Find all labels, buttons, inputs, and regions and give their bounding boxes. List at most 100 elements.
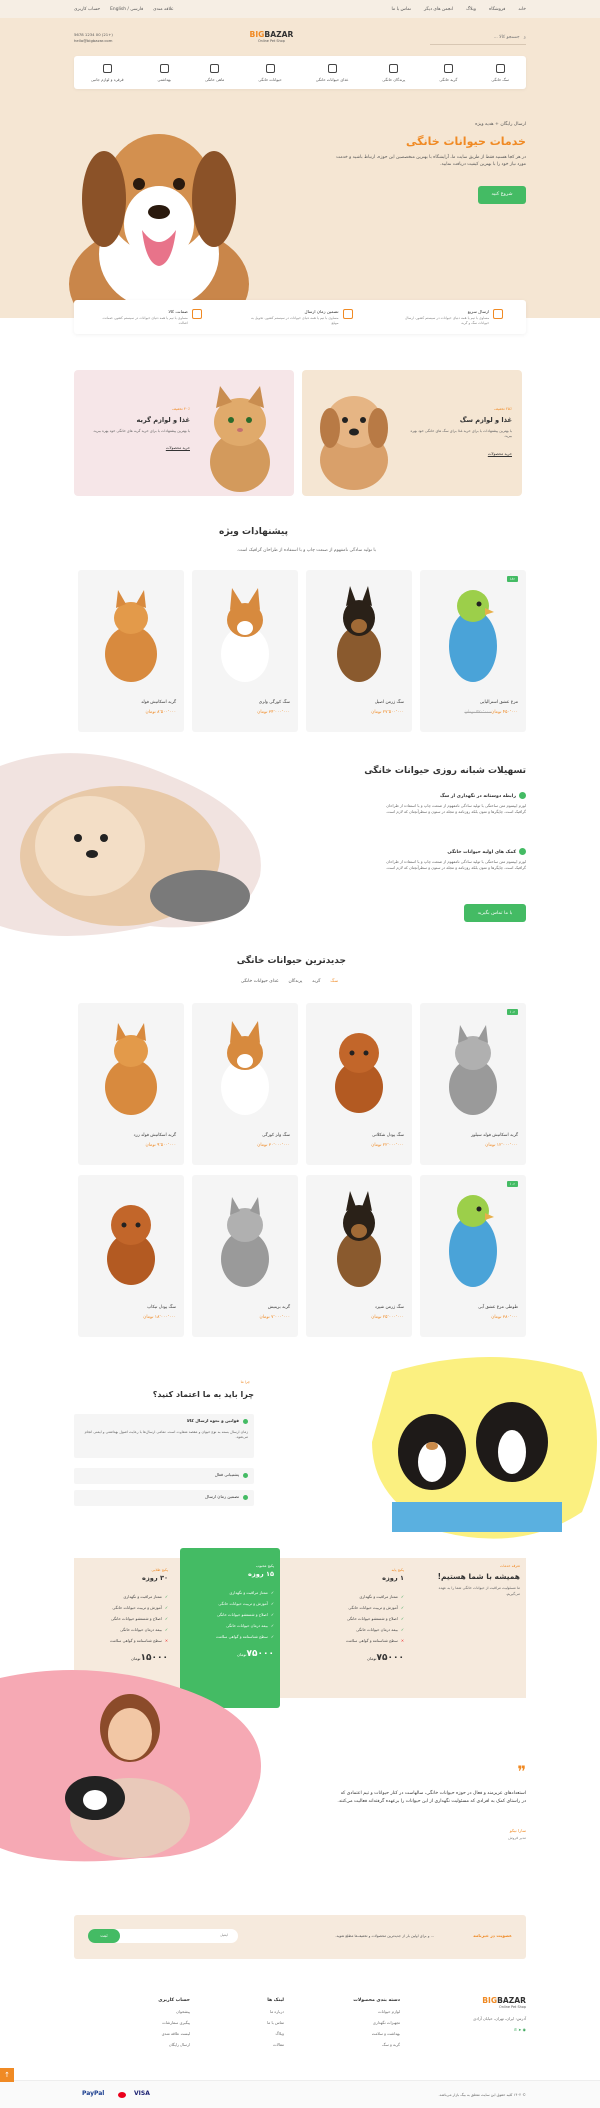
- whatsapp-icon[interactable]: ✆: [514, 2027, 517, 2032]
- instagram-icon[interactable]: ◉: [523, 2027, 526, 2032]
- banner-link[interactable]: خرید محصولات: [488, 451, 512, 456]
- ginger-cat-image: [105, 590, 157, 682]
- footer-link[interactable]: مقالات: [267, 2042, 284, 2047]
- search-input[interactable]: جستجو کالا ...: [494, 35, 520, 40]
- tab-birds[interactable]: پرندگان: [288, 979, 302, 984]
- product-card[interactable]: سگ کورگی ولزی ۳۴٬۰۰۰٬۰۰۰ تومان: [192, 570, 298, 732]
- product-card[interactable]: ۱۰٪ گربه اسکاتیش فولد سیلور ۱۲٬۰۰۰٬۰۰۰ ت…: [420, 1003, 526, 1165]
- category-item[interactable]: حیوانات خانگی: [258, 63, 282, 82]
- footer-link[interactable]: درباره ما: [267, 2009, 284, 2014]
- product-name[interactable]: سگ ولز کورگی: [262, 1133, 290, 1138]
- tab-dog[interactable]: سگ: [330, 979, 338, 984]
- product-name[interactable]: سگ کورگی ولزی: [259, 700, 290, 705]
- promo-banner-dog[interactable]: ۲۵٪ تخفیف غذا و لوازم سگ با بهترین پیشنه…: [302, 370, 522, 496]
- product-price: ۱۲٬۰۰۰٬۰۰۰ تومان: [485, 1143, 518, 1148]
- top-link[interactable]: تماس با ما: [392, 7, 412, 12]
- product-name[interactable]: گربه اسکاتیش فولد زرد: [134, 1133, 176, 1138]
- accordion-item-open[interactable]: قوانین و نحوه ارسال کالا زمان ارسال بسته…: [74, 1414, 254, 1458]
- footer-link[interactable]: تجهیزات نگهداری: [353, 2020, 400, 2025]
- tab-food[interactable]: غذای حیوانات خانگی: [241, 979, 279, 984]
- plan-price-value: ۷۵۰۰۰: [376, 1653, 404, 1663]
- product-card[interactable]: گربه اسکاتیش فولد زرد ۹٬۵۰۰٬۰۰۰ تومان: [78, 1003, 184, 1165]
- facilities-title: تسهیلات شبانه روزی حیوانات خانگی: [364, 766, 526, 776]
- product-name[interactable]: گربه اسکاتیش فولد سیلور: [471, 1133, 518, 1138]
- plan-feature-text: اصلاح و شستشو حیوانات خانگی: [346, 1616, 398, 1621]
- contact-us-button[interactable]: با ما تماس بگیرید: [464, 904, 526, 922]
- product-card[interactable]: سگ پودل شکلاتی ۲۲٬۰۰۰٬۰۰۰ تومان: [306, 1003, 412, 1165]
- accordion-question-text: تضمین زمان ارسال: [205, 1494, 239, 1499]
- product-name[interactable]: سگ پودل تیکاپ: [147, 1305, 176, 1310]
- footer-link[interactable]: پیشخوان: [158, 2009, 190, 2014]
- product-card[interactable]: سگ ولز کورگی ۳۰٬۰۰۰٬۰۰۰ تومان: [192, 1003, 298, 1165]
- tab-cat[interactable]: گربه: [312, 979, 320, 984]
- search-icon[interactable]: ⌕: [524, 35, 526, 41]
- category-item[interactable]: سگ خانگی: [491, 63, 509, 82]
- accordion-answer: زمان ارسال بسته به نوع حیوان و مقصد متفا…: [84, 1429, 248, 1440]
- footer-link[interactable]: لوازم حیوانات: [353, 2009, 400, 2014]
- product-name[interactable]: سگ ژرمن شپرد: [375, 1305, 404, 1310]
- plan-feature: ✓اصلاح و شستشو حیوانات خانگی: [74, 1616, 168, 1621]
- product-name[interactable]: طوطی مرغ عشق آبی: [478, 1305, 518, 1310]
- top-link[interactable]: وبلاگ: [466, 7, 476, 12]
- product-name[interactable]: مرغ عشق استرالیایی: [480, 700, 518, 705]
- product-name[interactable]: گربه بریتیش: [268, 1305, 290, 1310]
- product-card[interactable]: ۱۰٪ طوطی مرغ عشق آبی ۳۸۰٬۰۰۰ تومان: [420, 1175, 526, 1337]
- product-card[interactable]: سگ ژرمن شپرد ۲۵٬۰۰۰٬۰۰۰ تومان: [306, 1175, 412, 1337]
- search-box[interactable]: ⌕ جستجو کالا ...: [430, 32, 526, 45]
- top-link[interactable]: خانه: [518, 7, 526, 12]
- why-tag: چرا ما: [240, 1380, 250, 1384]
- category-item[interactable]: ماهی خانگی: [205, 63, 224, 82]
- contact-email[interactable]: hello@bigbazar.com: [74, 38, 113, 44]
- category-item[interactable]: بهداشتی: [158, 63, 171, 82]
- footer-link[interactable]: بهداشت و سلامت: [353, 2031, 400, 2036]
- top-link[interactable]: فروشگاه: [489, 7, 505, 12]
- scroll-top-button[interactable]: ↑: [0, 2068, 14, 2082]
- plan-card[interactable]: پکیج پایه ۱ روزه ✓ممتاز مراقبت و نگهداری…: [310, 1558, 410, 1698]
- accordion-item[interactable]: پشتیبانی فعال: [74, 1468, 254, 1484]
- hero-cta-button[interactable]: شروع کنید: [478, 185, 526, 204]
- category-item[interactable]: قرقره و لوازم جانبی: [91, 63, 124, 82]
- telegram-icon[interactable]: ➤: [518, 2027, 521, 2032]
- feature-desc: مساوی با نیم یا همه دنیای حیوانات در سیس…: [102, 315, 188, 325]
- product-card[interactable]: سگ پودل تیکاپ ۱۸٬۰۰۰٬۰۰۰ تومان: [78, 1175, 184, 1337]
- footer-logo[interactable]: BIGBAZAR Online Pet Shop: [473, 1996, 526, 2010]
- footer-link[interactable]: گربه و سگ: [353, 2042, 400, 2047]
- facility-heading: کمک های اولیه حیوانات خانگی: [376, 848, 526, 855]
- ginger-cat-image: [105, 1023, 157, 1115]
- promo-banner-cat[interactable]: ۴۰٪ تخفیف غذا و لوازم گربه با بهترین پیش…: [74, 370, 294, 496]
- plan-features: ✓ممتاز مراقبت و نگهداری ✓آموزش و تربیت ح…: [310, 1594, 404, 1643]
- category-label: سگ خانگی: [491, 76, 509, 82]
- product-card[interactable]: گربه بریتیش ۷٬۰۰۰٬۰۰۰ تومان: [192, 1175, 298, 1337]
- product-name[interactable]: سگ ژرمن اصیل: [375, 700, 404, 705]
- footer-link[interactable]: ارسال رایگان: [158, 2042, 190, 2047]
- email-field[interactable]: ایمیل: [220, 1933, 228, 1937]
- category-item[interactable]: گربه خانگی: [439, 63, 457, 82]
- footer-logo-a: BIG: [482, 1996, 498, 2005]
- product-price: ۳۰٬۰۰۰٬۰۰۰ تومان: [257, 1143, 290, 1148]
- wishlist-link[interactable]: علاقه مندی: [153, 7, 174, 12]
- top-link[interactable]: انجمن های دیگر: [424, 7, 453, 12]
- accordion-item[interactable]: تضمین زمان ارسال: [74, 1490, 254, 1506]
- footer-link[interactable]: پیگیری سفارشات: [158, 2020, 190, 2025]
- product-name[interactable]: سگ پودل شکلاتی: [372, 1133, 404, 1138]
- product-name[interactable]: گربه اسکاتیش فولد: [141, 700, 176, 705]
- corgi-image: [221, 1021, 269, 1115]
- check-icon: ✓: [164, 1594, 168, 1599]
- subscribe-button[interactable]: ثبت: [88, 1929, 120, 1943]
- banner-tag: ۲۵٪ تخفیف: [494, 406, 512, 411]
- footer-link[interactable]: تماس با ما: [267, 2020, 284, 2025]
- footer-link[interactable]: لیست علاقه مندی: [158, 2031, 190, 2036]
- banner-link[interactable]: خرید محصولات: [166, 445, 190, 450]
- testimonial-name: سارا نیکو: [509, 1828, 526, 1833]
- food-icon: [327, 63, 337, 73]
- category-item[interactable]: غذای حیوانات خانگی: [316, 63, 348, 82]
- logo[interactable]: BIGBAZAR Online Pet Shop: [250, 31, 294, 44]
- product-card[interactable]: سگ ژرمن اصیل ۲۷٬۵۰۰٬۰۰۰ تومان: [306, 570, 412, 732]
- plan-feature-text: بیمه درمان حیوانات خانگی: [120, 1627, 162, 1632]
- product-card[interactable]: گربه اسکاتیش فولد ۸٬۵۰۰٬۰۰۰ تومان: [78, 570, 184, 732]
- language-select[interactable]: فارسی / English: [110, 7, 143, 12]
- footer-link[interactable]: وبلاگ: [267, 2031, 284, 2036]
- product-card[interactable]: ۱۸٪ مرغ عشق استرالیایی ۴۵۰٬۰۰۰ تومان۵۲۰٬…: [420, 570, 526, 732]
- account-link[interactable]: حساب کاربری: [74, 7, 100, 12]
- category-item[interactable]: پرندگان خانگی: [382, 63, 405, 82]
